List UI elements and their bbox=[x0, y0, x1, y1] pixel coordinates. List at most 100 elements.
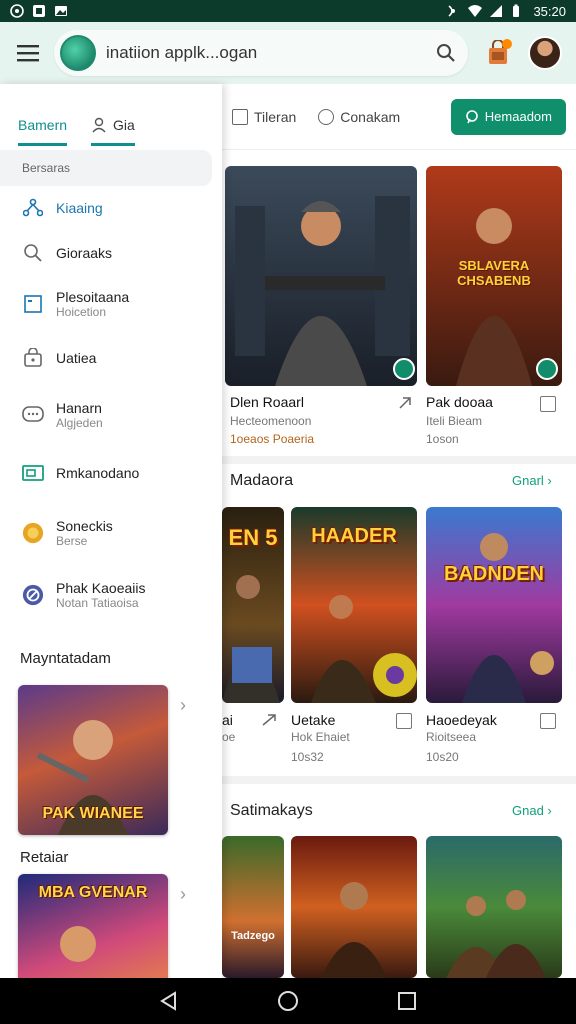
card-title: ai bbox=[222, 712, 233, 728]
featured-card-poster[interactable] bbox=[225, 166, 417, 386]
drawer-item-sublabel: Hoicetion bbox=[56, 305, 107, 319]
section-divider bbox=[222, 456, 576, 464]
system-navigation-bar bbox=[0, 978, 576, 1024]
card-title: Uetake bbox=[291, 712, 336, 728]
square-icon bbox=[232, 108, 248, 125]
drawer-item-rmkanodano[interactable]: Rmkanodano bbox=[0, 444, 222, 502]
notification-badge bbox=[502, 39, 512, 49]
status-bar: 35:20 bbox=[0, 0, 576, 22]
drawer-item-gioraaks[interactable]: Gioraaks bbox=[0, 228, 222, 278]
chevron-right-icon[interactable]: › bbox=[180, 884, 194, 904]
tab-label: Tileran bbox=[254, 108, 297, 125]
drawer-heading: Bersaras bbox=[0, 150, 212, 186]
search-bar[interactable]: inatiion applk...ogan bbox=[54, 30, 468, 76]
game-poster[interactable]: EN 5 bbox=[222, 507, 284, 703]
battery-icon bbox=[511, 4, 525, 18]
menu-button[interactable] bbox=[14, 39, 42, 67]
chat-icon bbox=[22, 404, 44, 426]
drawer-tab-gia[interactable]: Gia bbox=[91, 117, 135, 146]
user-outline-icon bbox=[92, 117, 106, 133]
search-icon[interactable] bbox=[436, 43, 456, 63]
tab-tileran[interactable]: Tileran bbox=[232, 108, 297, 125]
drawer-item-phak-kaoeaiis[interactable]: Phak Kaoeaiis Notan Tatiaoisa bbox=[0, 564, 222, 626]
drawer-item-label: Kiaaing bbox=[56, 200, 103, 216]
tab-conakam[interactable]: Conakam bbox=[318, 108, 400, 125]
drawer-thumbnail[interactable]: PAK WIANEE bbox=[18, 685, 168, 835]
hero-group-art bbox=[462, 533, 554, 703]
drawer-section-title: Retaiar bbox=[20, 849, 69, 866]
nfc-icon bbox=[445, 4, 459, 18]
back-icon[interactable] bbox=[159, 991, 179, 1011]
drawer-item-hanarn[interactable]: Hanarn Algjeden bbox=[0, 386, 222, 444]
card-title: Haoedeyak bbox=[426, 712, 497, 728]
see-all-link[interactable]: Gnad › bbox=[512, 803, 552, 818]
drawer-item-soneckis[interactable]: Soneckis Berse bbox=[0, 502, 222, 564]
status-time: 35:20 bbox=[533, 3, 566, 19]
drawer-tab-label: Bamern bbox=[18, 117, 68, 133]
app-logo bbox=[60, 35, 96, 71]
drawer-tabs: Bamern Gia bbox=[0, 84, 222, 146]
drawer-item-plesoitaana[interactable]: Plesoitaana Hoicetion bbox=[0, 278, 222, 330]
game-poster[interactable]: Tadzego bbox=[222, 836, 284, 978]
card-meta: 10s32 bbox=[291, 750, 324, 764]
search-input[interactable]: inatiion applk...ogan bbox=[106, 43, 426, 63]
card-subtitle: Iteli Bieam bbox=[426, 414, 483, 428]
drawer-thumbnail[interactable]: MBA GVENAR bbox=[18, 874, 168, 978]
user-avatar[interactable] bbox=[528, 36, 562, 70]
thumbnail-title: PAK WIANEE bbox=[42, 805, 144, 822]
top-app-bar: inatiion applk...ogan bbox=[0, 22, 576, 84]
game-poster[interactable]: BADNDEN bbox=[426, 507, 562, 703]
army-art bbox=[446, 890, 546, 978]
game-poster[interactable] bbox=[426, 836, 562, 978]
card-title: Dlen Roaarl bbox=[230, 394, 304, 410]
home-icon[interactable] bbox=[277, 990, 299, 1012]
main-content: Dlen Roaarl Hecteomenoon 1oeaos Poaeria … bbox=[222, 150, 576, 978]
signal-icon bbox=[489, 4, 503, 18]
see-all-link[interactable]: Gnarl › bbox=[512, 473, 552, 488]
bookmark-icon[interactable] bbox=[540, 396, 556, 412]
drawer-tab-bamern[interactable]: Bamern bbox=[18, 117, 68, 146]
lock-icon bbox=[22, 347, 44, 369]
drawer-tab-label: Gia bbox=[113, 117, 135, 133]
drawer-item-label: Plesoitaana bbox=[56, 289, 130, 305]
share-icon[interactable] bbox=[398, 396, 412, 410]
action-label: Hemaadom bbox=[484, 109, 552, 124]
recents-icon[interactable] bbox=[397, 991, 417, 1011]
drawer-item-kiaaing[interactable]: Kiaaing bbox=[0, 188, 222, 228]
poster-title: BADNDEN bbox=[444, 563, 544, 585]
poster-title: EN 5 bbox=[228, 525, 278, 550]
drawer-item-label: Phak Kaoeaiis bbox=[56, 580, 146, 596]
poster-title: HAADER bbox=[311, 525, 397, 547]
hamburger-icon bbox=[17, 45, 39, 62]
chat-bubble-icon bbox=[318, 108, 335, 125]
thumbnail-title: MBA GVENAR bbox=[38, 884, 148, 901]
bookmark-icon[interactable] bbox=[396, 713, 412, 729]
game-poster[interactable] bbox=[291, 836, 417, 978]
card-subtitle: Hok Ehaiet bbox=[291, 730, 350, 744]
featured-card-poster[interactable]: SBLAVERA CHSABENB bbox=[426, 166, 562, 386]
gallery-icon bbox=[54, 4, 68, 18]
soldier-art bbox=[321, 882, 387, 978]
coin-icon bbox=[22, 522, 44, 544]
circle-slash-icon bbox=[22, 584, 44, 606]
drawer-item-label: Gioraaks bbox=[56, 245, 113, 261]
content-tabs: Tileran Conakam Hemaadom bbox=[222, 84, 576, 150]
chevron-right-icon[interactable]: › bbox=[180, 695, 194, 715]
primary-action-button[interactable]: Hemaadom bbox=[450, 98, 566, 135]
poster-title: SBLAVERA CHSABENB bbox=[457, 258, 531, 288]
game-poster[interactable]: HAADER bbox=[291, 507, 417, 703]
drawer-item-label: Soneckis bbox=[56, 518, 113, 534]
see-all-label: Gnad bbox=[512, 803, 544, 818]
badge-icon bbox=[393, 358, 415, 380]
poster-title: Tadzego bbox=[231, 930, 275, 942]
section-title: Madaora bbox=[230, 472, 294, 489]
wifi-icon bbox=[467, 4, 483, 18]
drawer-item-sublabel: Algjeden bbox=[56, 416, 103, 430]
cart-button[interactable] bbox=[480, 35, 516, 71]
bookmark-icon[interactable] bbox=[540, 713, 556, 729]
drawer-item-uatiea[interactable]: Uatiea bbox=[0, 330, 222, 386]
drawer-section-title: Mayntatadam bbox=[20, 650, 111, 667]
drawer-item-label: Hanarn bbox=[56, 400, 102, 416]
drawer-item-label: Rmkanodano bbox=[56, 465, 140, 481]
share-icon[interactable] bbox=[262, 713, 278, 727]
